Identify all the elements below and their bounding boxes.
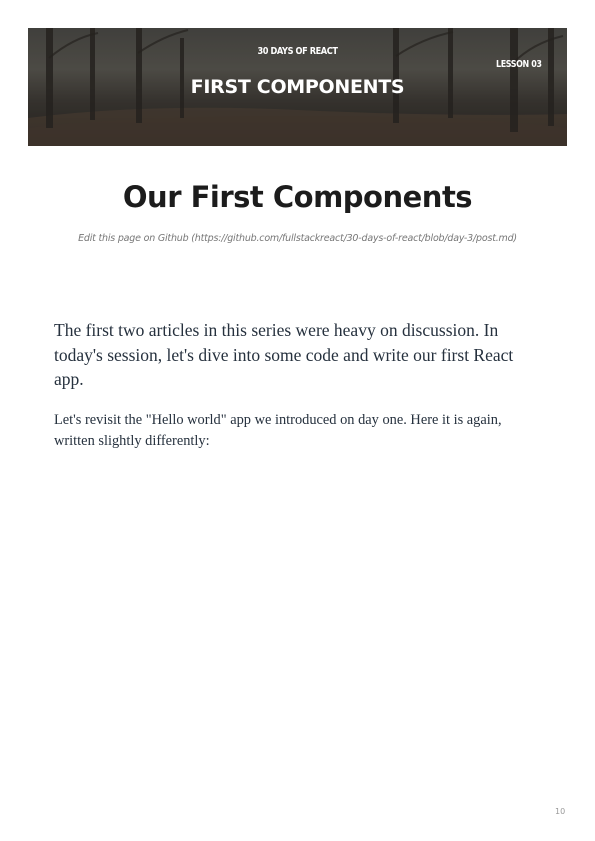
banner-lesson-label: LESSON 03 <box>496 59 542 70</box>
banner-title: FIRST COMPONENTS <box>190 76 405 98</box>
edit-on-github-link[interactable]: Edit this page on Github (https://github… <box>0 233 595 244</box>
body-paragraph: Let's revisit the "Hello world" app we i… <box>54 412 502 449</box>
page-number: 10 <box>555 807 566 816</box>
page-title: Our First Components <box>122 180 473 214</box>
intro-paragraph: The first two articles in this series we… <box>54 320 514 389</box>
header-banner: 30 DAYS OF REACT FIRST COMPONENTS LESSON… <box>28 28 567 146</box>
banner-series-label: 30 DAYS OF REACT <box>257 46 338 57</box>
